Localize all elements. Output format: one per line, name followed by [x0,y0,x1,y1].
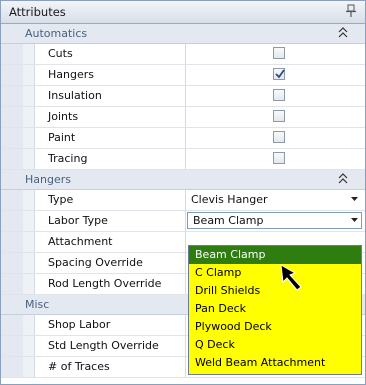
column-divider [185,315,186,335]
column-divider [185,274,186,294]
property-name: Cuts [48,47,73,60]
collapse-icon[interactable] [338,27,348,39]
row-gutter-inner [23,253,35,273]
row-gutter [1,315,23,335]
row-gutter-inner [23,44,35,64]
type-value[interactable]: Clevis Hanger [191,193,268,206]
column-divider [185,357,186,377]
row-gutter-inner [23,336,35,356]
paint-checkbox[interactable] [273,131,285,143]
property-name: # of Traces [48,360,110,373]
category-automatics[interactable]: Automatics [1,24,365,44]
column-divider [185,190,186,210]
cuts-checkbox[interactable] [273,47,285,59]
row-gutter-inner [23,232,35,252]
pin-icon[interactable] [345,4,357,18]
labor-type-dropdown-list[interactable]: Beam Clamp C Clamp Drill Shields Pan Dec… [188,245,362,375]
row-gutter [1,336,23,356]
property-name: Labor Type [48,214,108,227]
panel-title: Attributes [9,5,66,19]
column-divider [185,211,186,231]
tracing-checkbox[interactable] [273,152,285,164]
row-gutter-inner [23,128,35,148]
category-label: Automatics [25,27,88,40]
property-name: Joints [48,110,79,123]
row-gutter-inner [23,149,35,169]
property-name: Paint [48,131,76,144]
joints-checkbox[interactable] [273,110,285,122]
column-divider [185,44,186,64]
property-row-tracing[interactable]: Tracing [1,149,365,170]
row-gutter [1,65,23,85]
collapse-icon[interactable] [338,173,348,185]
property-name: Hangers [48,68,94,81]
insulation-checkbox[interactable] [273,89,285,101]
property-name: Rod Length Override [48,277,162,290]
row-gutter-inner [23,315,35,335]
panel-titlebar: Attributes [1,1,365,24]
dropdown-arrow-icon[interactable] [351,218,358,223]
row-gutter [1,190,23,210]
row-gutter [1,44,23,64]
row-gutter [1,274,23,294]
dropdown-option[interactable]: Plywood Deck [189,318,361,336]
checkmark-icon [275,69,285,79]
row-gutter [1,211,23,231]
row-gutter-inner [23,274,35,294]
column-divider [185,336,186,356]
row-gutter-inner [23,211,35,231]
property-row-joints[interactable]: Joints [1,107,365,128]
row-gutter-inner [23,86,35,106]
category-label: Misc [25,298,50,311]
category-label: Hangers [25,173,71,186]
row-gutter-inner [23,190,35,210]
row-gutter [1,149,23,169]
column-divider [185,86,186,106]
dropdown-option[interactable]: C Clamp [189,264,361,282]
property-name: Insulation [48,89,102,102]
property-row-insulation[interactable]: Insulation [1,86,365,107]
category-hangers[interactable]: Hangers [1,170,365,190]
dropdown-arrow-icon[interactable] [351,197,358,202]
row-gutter [1,107,23,127]
column-divider [185,107,186,127]
row-gutter-inner [23,357,35,377]
column-divider [185,128,186,148]
dropdown-option[interactable]: Q Deck [189,336,361,354]
property-name: Shop Labor [48,318,111,331]
row-gutter [1,86,23,106]
property-name: Spacing Override [48,256,143,269]
property-name: Attachment [48,235,113,248]
column-divider [185,253,186,273]
row-gutter-inner [23,107,35,127]
pointer-arrow-icon [280,264,302,291]
row-gutter [1,253,23,273]
property-row-hangers[interactable]: Hangers [1,65,365,86]
property-row-labor-type[interactable]: Labor Type Beam Clamp [1,211,365,232]
labor-type-value[interactable]: Beam Clamp [193,214,263,227]
property-name: Tracing [48,152,88,165]
row-gutter-inner [23,65,35,85]
column-divider [185,149,186,169]
property-row-type[interactable]: Type Clevis Hanger [1,190,365,211]
dropdown-option[interactable]: Weld Beam Attachment [189,354,361,372]
row-gutter [1,232,23,252]
dropdown-option[interactable]: Pan Deck [189,300,361,318]
column-divider [185,65,186,85]
dropdown-option[interactable]: Beam Clamp [189,246,361,264]
row-gutter [1,128,23,148]
row-gutter [1,357,23,377]
dropdown-option[interactable]: Drill Shields [189,282,361,300]
column-divider [185,232,186,252]
property-name: Type [48,193,74,206]
property-row-paint[interactable]: Paint [1,128,365,149]
property-name: Std Length Override [48,339,159,352]
property-row-cuts[interactable]: Cuts [1,44,365,65]
attributes-panel: Attributes Automatics Cuts Hangers Insul… [0,0,366,385]
hangers-checkbox[interactable] [273,68,285,80]
